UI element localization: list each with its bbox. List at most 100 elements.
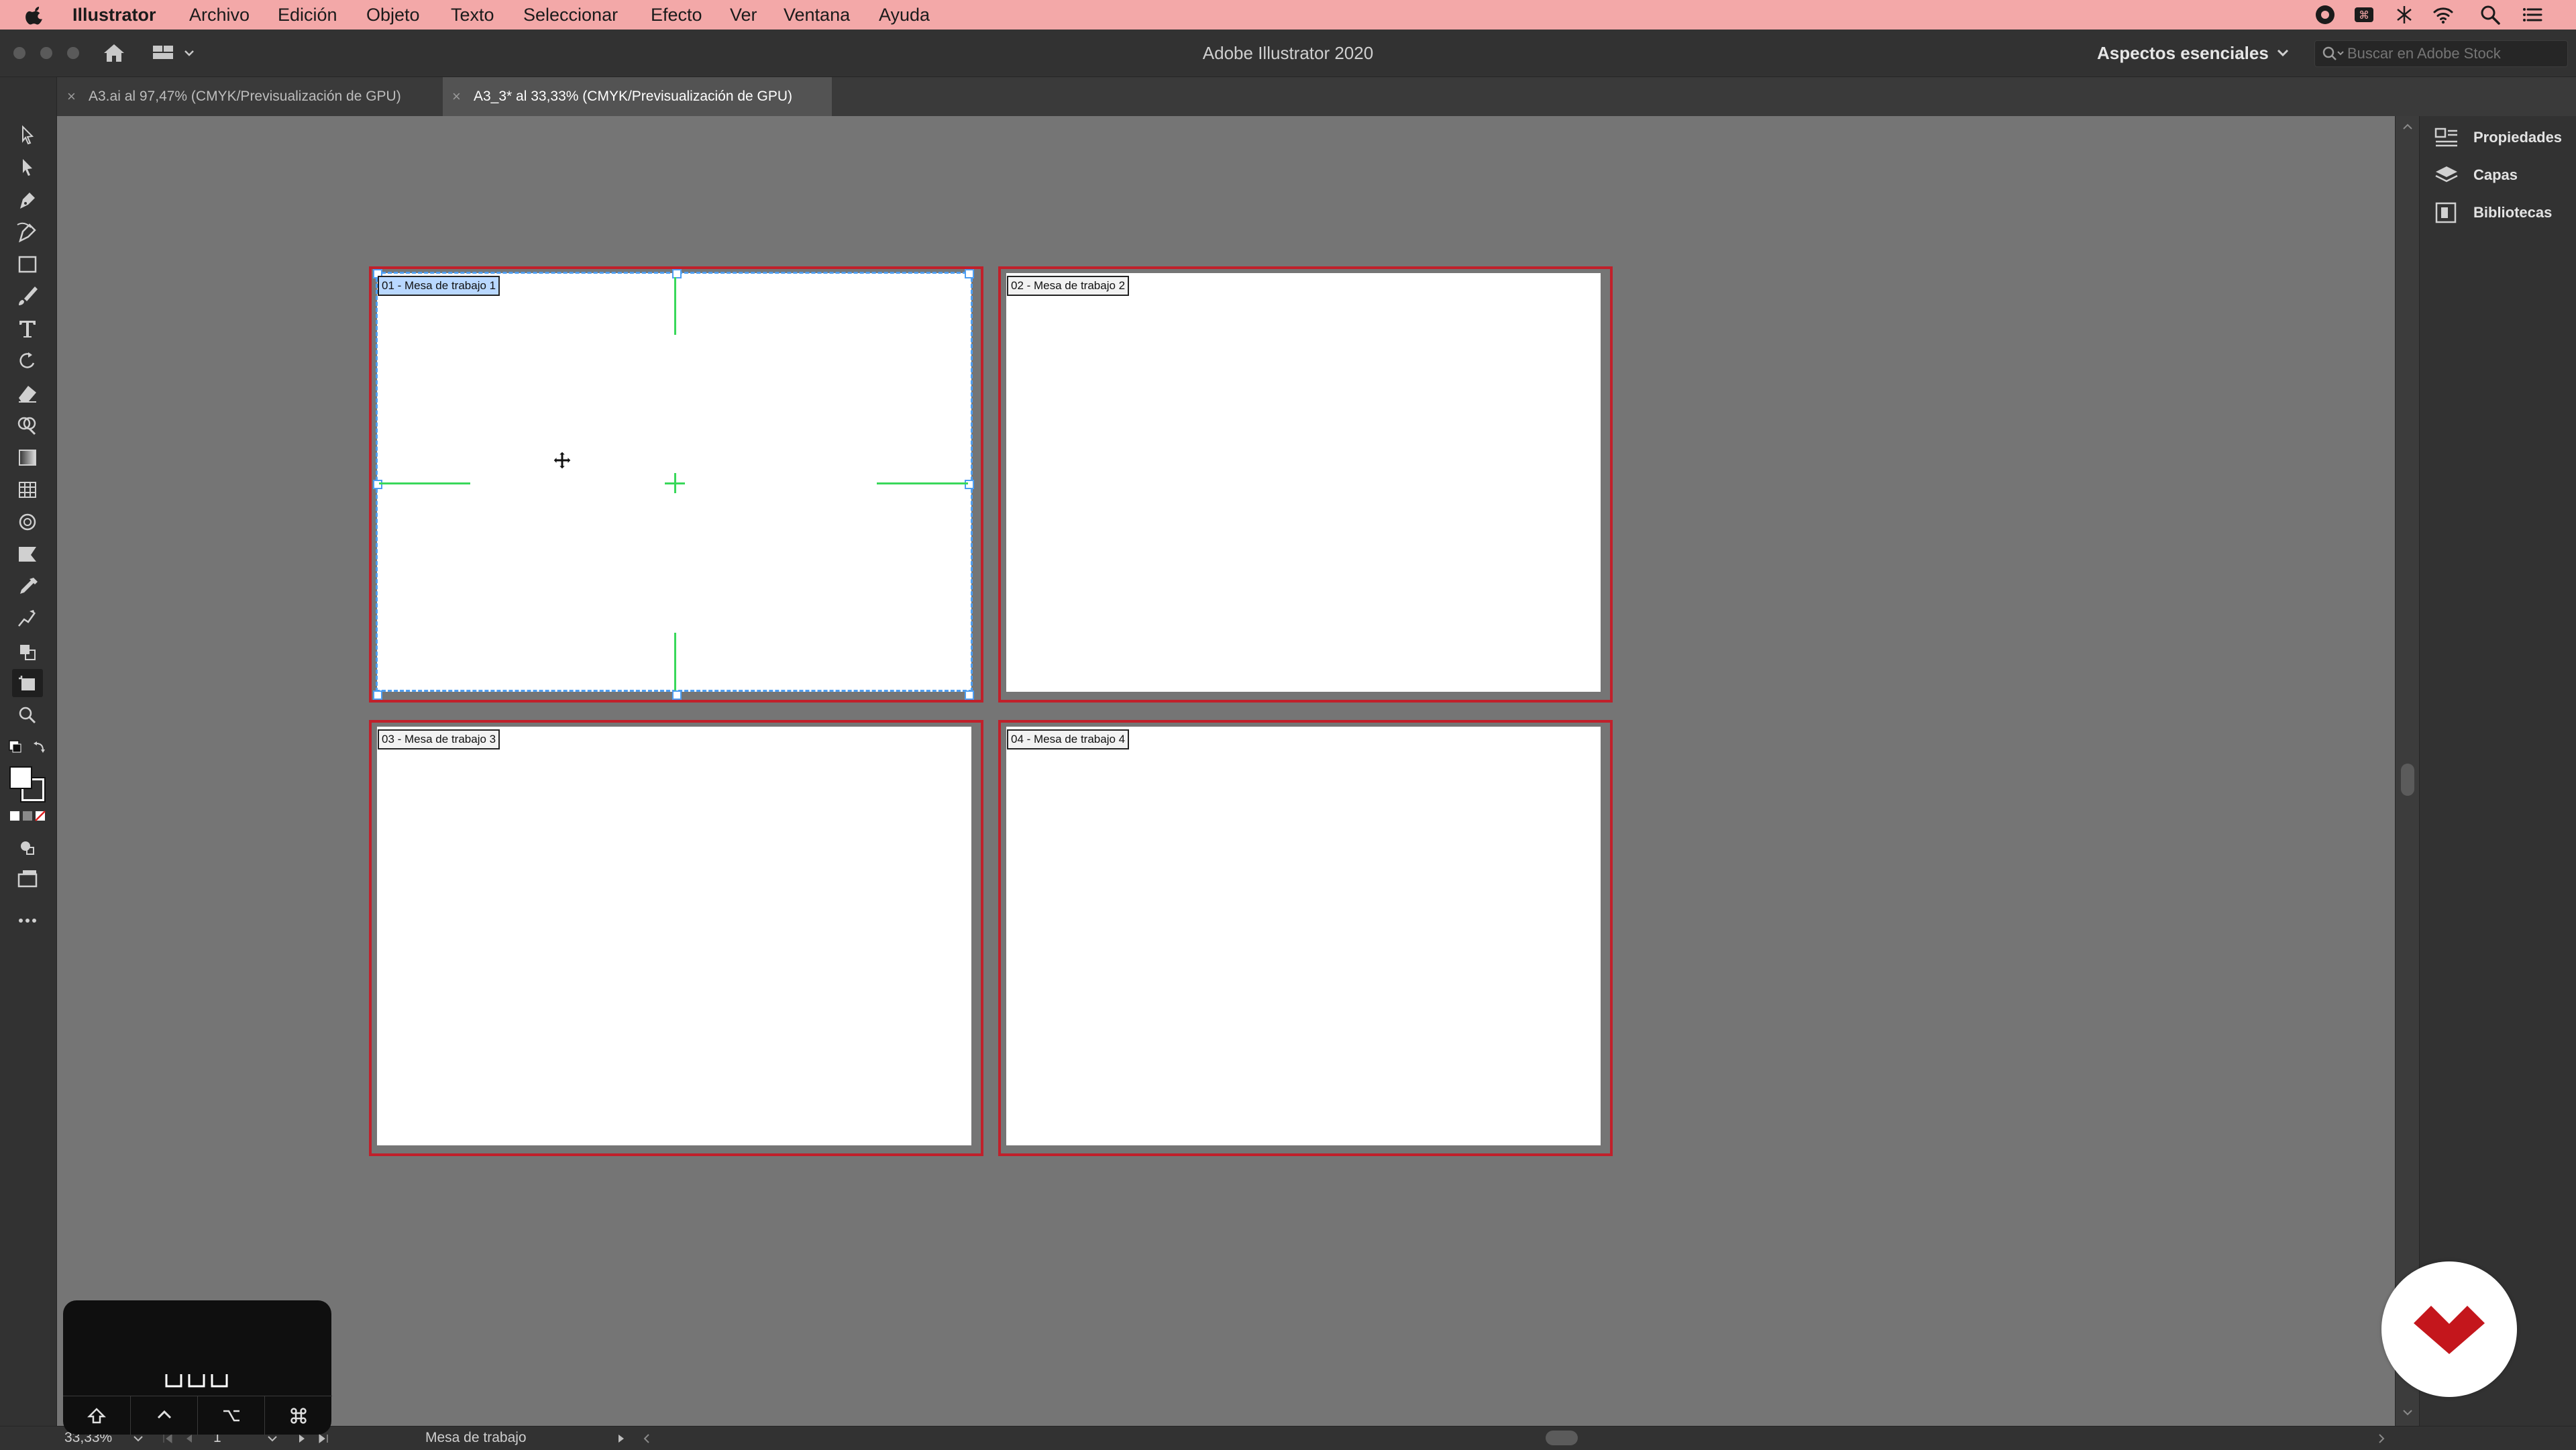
resize-handle[interactable] — [965, 480, 974, 489]
scroll-right-icon[interactable] — [2375, 1432, 2388, 1445]
control-key — [130, 1396, 198, 1435]
wifi-icon[interactable] — [2432, 4, 2454, 25]
scroll-down-icon[interactable] — [2401, 1407, 2414, 1418]
scroll-up-icon[interactable] — [2401, 121, 2414, 132]
free-transform-icon — [20, 645, 36, 660]
shape-builder-tool[interactable] — [12, 411, 43, 439]
shape-builder-icon — [17, 417, 36, 435]
center-mark — [665, 482, 685, 484]
color-gradient-none-icon[interactable] — [9, 810, 47, 822]
gradient-icon — [19, 450, 36, 466]
pen-tool[interactable] — [12, 186, 43, 214]
status-info-label[interactable]: Mesa de trabajo — [425, 1429, 527, 1447]
adobe-stock-search[interactable] — [2314, 40, 2568, 67]
zoom-tool[interactable] — [12, 701, 43, 729]
artboard-label-2[interactable]: 02 - Mesa de trabajo 2 — [1007, 276, 1130, 296]
menu-ventana[interactable]: Ventana — [784, 0, 850, 30]
blend-tool[interactable] — [12, 605, 43, 633]
menu-objeto[interactable]: Objeto — [366, 0, 420, 30]
stock-search-input[interactable] — [2347, 41, 2562, 66]
svg-text:⌘: ⌘ — [2359, 9, 2369, 21]
document-canvas[interactable]: 01 - Mesa de trabajo 1 02 - Mesa de trab… — [57, 116, 2395, 1426]
type-icon — [19, 321, 36, 338]
artboard-2[interactable] — [1006, 273, 1601, 692]
resize-handle[interactable] — [672, 690, 682, 700]
command-icon — [290, 1408, 307, 1424]
scroll-left-icon[interactable] — [640, 1432, 653, 1445]
eyedropper-tool[interactable] — [12, 572, 43, 601]
column-graph-tool[interactable] — [12, 540, 43, 568]
rotate-tool[interactable] — [12, 347, 43, 375]
mesh-tool[interactable] — [12, 476, 43, 504]
menu-edicion[interactable]: Edición — [278, 0, 337, 30]
artboard-3[interactable] — [377, 727, 971, 1145]
record-icon[interactable] — [2314, 4, 2336, 25]
status-menu-icon[interactable] — [614, 1432, 628, 1445]
vertical-scroll-thumb[interactable] — [2401, 764, 2414, 796]
direct-selection-arrow-icon — [23, 159, 32, 176]
menu-app-illustrator[interactable]: Illustrator — [72, 0, 156, 30]
curvature-tool[interactable] — [12, 218, 43, 246]
macos-menubar: Illustrator Archivo Edición Objeto Texto… — [0, 0, 2576, 30]
eyedropper-icon — [20, 578, 38, 594]
artboard-label-1[interactable]: 01 - Mesa de trabajo 1 — [378, 276, 500, 296]
keyboard-command-icon[interactable]: ⌘ — [2353, 4, 2375, 25]
properties-icon — [2434, 127, 2457, 147]
menu-ver[interactable]: Ver — [730, 0, 757, 30]
artboard-tool[interactable] — [12, 669, 43, 697]
option-icon — [223, 1410, 239, 1422]
apple-icon[interactable] — [25, 4, 46, 25]
fill-swatch[interactable] — [9, 766, 32, 789]
horizontal-scroll-thumb[interactable] — [1546, 1431, 1578, 1445]
menu-ayuda[interactable]: Ayuda — [879, 0, 930, 30]
paintbrush-tool[interactable] — [12, 282, 43, 311]
vertical-scrollbar[interactable] — [2395, 116, 2420, 1426]
center-guide — [674, 633, 676, 690]
window-titlebar: Adobe Illustrator 2020 Aspectos esencial… — [0, 30, 2576, 77]
resize-handle[interactable] — [373, 480, 382, 489]
artboard-label-3[interactable]: 03 - Mesa de trabajo 3 — [378, 729, 500, 749]
rectangle-tool[interactable] — [12, 250, 43, 278]
menu-texto[interactable]: Texto — [451, 0, 494, 30]
close-icon[interactable]: × — [67, 77, 76, 116]
shift-key — [63, 1396, 130, 1435]
gradient-tool[interactable] — [12, 444, 43, 472]
layers-icon — [2435, 166, 2458, 183]
center-guide — [877, 482, 968, 484]
artboard-label-4[interactable]: 04 - Mesa de trabajo 4 — [1007, 729, 1130, 749]
brand-logo — [2381, 1261, 2517, 1397]
screen-mode[interactable] — [12, 865, 43, 893]
free-transform-tool[interactable] — [12, 637, 43, 665]
artboard-4[interactable] — [1006, 727, 1601, 1145]
eraser-tool[interactable] — [12, 379, 43, 407]
keystroke-overlay — [63, 1300, 332, 1435]
eraser-icon — [19, 386, 36, 403]
chevron-down-icon[interactable] — [2274, 44, 2292, 62]
tab-document-a3[interactable]: × A3.ai al 97,47% (CMYK/Previsualización… — [58, 77, 443, 116]
fill-stroke-swatches[interactable] — [9, 766, 44, 801]
spotlight-search-icon[interactable] — [2479, 4, 2501, 25]
panel-dock: Propiedades Capas Bibliotecas — [2419, 116, 2576, 1426]
resize-handle[interactable] — [373, 690, 382, 700]
resize-handle[interactable] — [965, 269, 974, 278]
type-tool[interactable] — [12, 315, 43, 343]
selection-tool[interactable] — [12, 121, 43, 150]
menu-efecto[interactable]: Efecto — [651, 0, 702, 30]
workspace-switcher[interactable]: Aspectos esenciales — [2097, 30, 2269, 76]
control-center-icon[interactable] — [2522, 4, 2544, 25]
menu-archivo[interactable]: Archivo — [189, 0, 250, 30]
document-tab-bar: × A3.ai al 97,47% (CMYK/Previsualización… — [0, 77, 2576, 117]
option-key — [197, 1396, 265, 1435]
edit-toolbar-button[interactable] — [12, 907, 43, 935]
direct-selection-tool[interactable] — [12, 154, 43, 182]
rectangle-icon — [18, 256, 37, 273]
default-fill-stroke-icon[interactable] — [7, 738, 50, 758]
tab-document-a3-3[interactable]: × A3_3* al 33,33% (CMYK/Previsualización… — [443, 77, 832, 116]
drawing-modes[interactable] — [12, 833, 43, 861]
close-icon[interactable]: × — [452, 77, 461, 116]
network-icon[interactable] — [2394, 4, 2415, 25]
command-key — [264, 1396, 332, 1435]
resize-handle[interactable] — [965, 690, 974, 700]
menu-seleccionar[interactable]: Seleccionar — [523, 0, 618, 30]
symbol-sprayer-tool[interactable] — [12, 508, 43, 536]
